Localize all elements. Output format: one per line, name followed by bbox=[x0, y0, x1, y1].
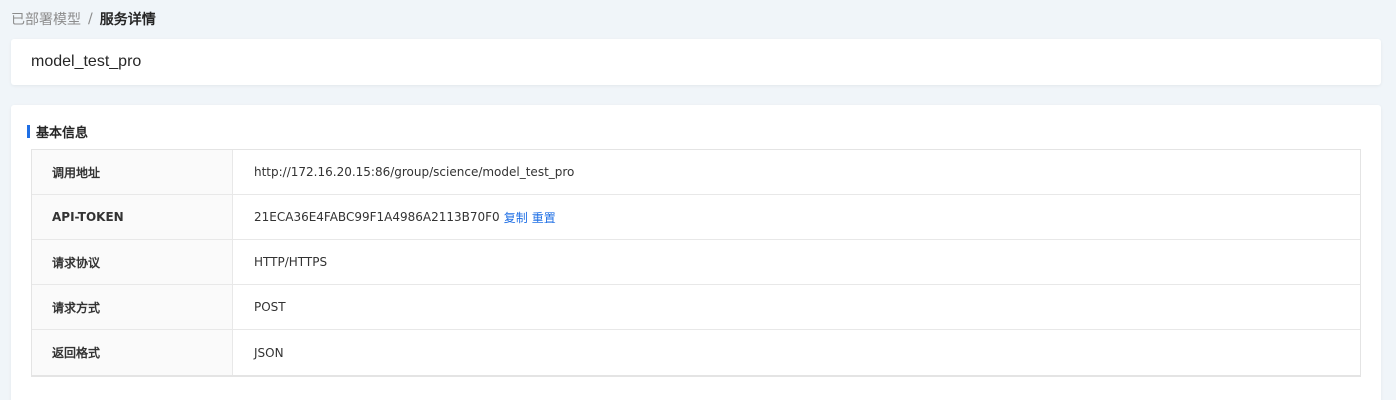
section-title: 基本信息 bbox=[36, 125, 89, 141]
format-label: 返回格式 bbox=[32, 330, 233, 375]
method-label: 请求方式 bbox=[32, 285, 233, 329]
method-value: POST bbox=[254, 300, 286, 314]
protocol-label: 请求协议 bbox=[32, 240, 233, 284]
model-name: model_test_pro bbox=[31, 53, 142, 70]
api-token-cell: 21ECA36E4FABC99F1A4986A2113B70F0 复制 重置 bbox=[233, 195, 1360, 239]
info-row-endpoint: 调用地址 http://172.16.20.15:86/group/scienc… bbox=[32, 150, 1360, 195]
endpoint-label: 调用地址 bbox=[32, 150, 233, 194]
info-row-api-token: API-TOKEN 21ECA36E4FABC99F1A4986A2113B70… bbox=[32, 195, 1360, 240]
basic-info-card: 基本信息 调用地址 http://172.16.20.15:86/group/s… bbox=[11, 105, 1381, 400]
info-row-format: 返回格式 JSON bbox=[32, 330, 1360, 375]
info-row-method: 请求方式 POST bbox=[32, 285, 1360, 330]
breadcrumb-current: 服务详情 bbox=[99, 12, 156, 28]
endpoint-value: http://172.16.20.15:86/group/science/mod… bbox=[254, 165, 575, 179]
breadcrumb-separator: / bbox=[88, 11, 93, 27]
api-token-label: API-TOKEN bbox=[32, 195, 233, 239]
copy-token-link[interactable]: 复制 bbox=[504, 209, 528, 226]
model-title-card: model_test_pro bbox=[11, 39, 1381, 85]
section-accent-bar bbox=[27, 124, 30, 138]
reset-token-link[interactable]: 重置 bbox=[532, 209, 556, 226]
format-value: JSON bbox=[254, 345, 284, 360]
api-token-value: 21ECA36E4FABC99F1A4986A2113B70F0 bbox=[254, 210, 500, 224]
info-row-protocol: 请求协议 HTTP/HTTPS bbox=[32, 240, 1360, 285]
protocol-value: HTTP/HTTPS bbox=[254, 255, 328, 269]
breadcrumb: 已部署模型 / 服务详情 bbox=[11, 9, 156, 29]
breadcrumb-deployed-models-link[interactable]: 已部署模型 bbox=[11, 9, 81, 29]
page: 已部署模型 / 服务详情 model_test_pro 基本信息 调用地址 ht… bbox=[0, 0, 1396, 400]
basic-info-table: 调用地址 http://172.16.20.15:86/group/scienc… bbox=[31, 149, 1361, 377]
basic-info-header: 基本信息 bbox=[27, 122, 89, 141]
